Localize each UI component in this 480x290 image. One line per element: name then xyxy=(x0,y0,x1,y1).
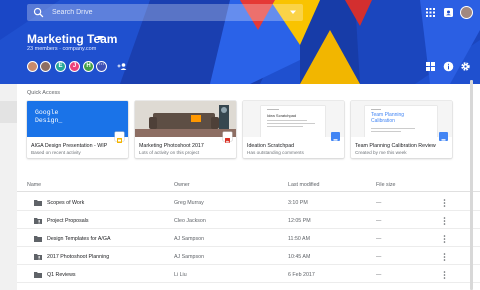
card-subtitle: Has outstanding comments xyxy=(247,150,304,155)
team-meta-separator: · xyxy=(59,46,61,52)
file-size: — xyxy=(376,235,382,242)
file-row[interactable]: Q1 Reviews Li Liu 6 Feb 2017 — xyxy=(17,267,480,283)
quick-access-card[interactable]: Marketing Photoshoot 2017 Lots of activi… xyxy=(135,101,236,158)
column-header-owner[interactable]: Owner xyxy=(174,182,190,188)
grid-view-icon[interactable] xyxy=(425,61,436,72)
member-initial: J xyxy=(72,63,77,69)
doc-preview-title: Team Planning Calibration xyxy=(371,112,405,124)
more-options-icon[interactable] xyxy=(443,217,446,225)
thumbnail-text-line: Google xyxy=(35,109,59,116)
team-menu-caret-icon[interactable] xyxy=(97,36,104,41)
column-header-name[interactable]: Name xyxy=(27,182,41,188)
search-icon[interactable] xyxy=(33,7,44,18)
card-thumbnail: Idea Scratchpad xyxy=(243,101,344,137)
more-options-icon[interactable] xyxy=(443,235,446,243)
card-thumbnail: Google Design_ xyxy=(27,101,128,137)
file-size: — xyxy=(376,253,382,260)
folder-icon xyxy=(34,272,42,278)
file-row[interactable]: 2017 Photoshoot Planning AJ Sampson 10:4… xyxy=(17,249,480,265)
file-list-header: Name Owner Last modified File size xyxy=(17,180,480,192)
shared-folder-icon xyxy=(34,254,42,260)
more-members-label: ··· xyxy=(98,62,105,68)
search-bar[interactable] xyxy=(27,4,303,21)
file-modified: 10:45 AM xyxy=(288,253,311,260)
slides-icon xyxy=(115,132,124,143)
file-size: — xyxy=(376,271,382,278)
apps-grid-icon[interactable] xyxy=(425,7,436,18)
doc-preview-title: Idea Scratchpad xyxy=(267,113,297,118)
docs-icon xyxy=(439,132,448,143)
docs-icon xyxy=(331,132,340,143)
column-header-last-modified[interactable]: Last modified xyxy=(288,182,320,188)
card-title: Marketing Photoshoot 2017 xyxy=(139,143,204,149)
settings-gear-icon[interactable] xyxy=(460,61,471,72)
file-owner: Li Liu xyxy=(174,271,187,278)
more-options-icon[interactable] xyxy=(443,253,446,261)
member-avatar[interactable] xyxy=(27,61,38,72)
left-navigation-rail xyxy=(0,84,17,290)
member-avatar[interactable]: J xyxy=(69,61,80,72)
member-avatar[interactable]: H xyxy=(83,61,94,72)
team-domain: company.com xyxy=(62,46,97,52)
file-size: — xyxy=(376,199,382,206)
card-subtitle: Created by me this week xyxy=(355,150,407,155)
search-input[interactable] xyxy=(52,4,282,21)
card-title: AIGA Design Presentation - WIP xyxy=(31,143,108,149)
card-title: Ideation Scratchpad xyxy=(247,143,295,149)
quick-access-card[interactable]: Google Design_ AIGA Design Presentation … xyxy=(27,101,128,158)
shared-folder-icon xyxy=(34,218,42,224)
team-banner: Marketing Team 23 members · company.com … xyxy=(0,0,480,84)
add-member-icon[interactable] xyxy=(117,61,128,72)
member-initial: H xyxy=(86,63,91,69)
search-options-chevron-icon[interactable] xyxy=(288,7,298,17)
file-size: — xyxy=(376,217,382,224)
card-title: Team Planning Calibration Review xyxy=(355,143,436,149)
more-options-icon[interactable] xyxy=(443,271,446,279)
more-options-icon[interactable] xyxy=(443,199,446,207)
member-initial: E xyxy=(58,63,63,69)
quick-access-card[interactable]: Idea Scratchpad Ideation Scratchpad Has … xyxy=(243,101,344,158)
account-avatar[interactable] xyxy=(460,6,473,19)
more-members-button[interactable]: ··· xyxy=(96,61,107,72)
card-thumbnail: Team Planning Calibration xyxy=(351,101,452,137)
file-owner: AJ Sampson xyxy=(174,253,205,260)
selected-nav-item[interactable] xyxy=(0,101,17,123)
folder-icon xyxy=(34,200,42,206)
vertical-scrollbar[interactable] xyxy=(470,80,473,290)
column-header-file-size[interactable]: File size xyxy=(376,182,395,188)
file-row[interactable]: Scopes of Work Greg Murray 3:10 PM — xyxy=(17,195,480,211)
file-name: Design Templates for A/GA xyxy=(47,235,111,242)
main-content: Quick Access Google Design_ AIGA Design … xyxy=(17,84,480,290)
team-members-count: 23 members xyxy=(27,46,58,52)
info-icon[interactable] xyxy=(443,61,454,72)
team-meta: 23 members · company.com xyxy=(27,46,96,52)
photo-thumbnail-image xyxy=(135,101,236,137)
file-modified: 11:50 AM xyxy=(288,235,310,242)
file-row[interactable]: Project Proposals Cleo Jackson 12:05 PM … xyxy=(17,213,480,229)
member-avatar[interactable] xyxy=(40,61,51,72)
card-subtitle: Lots of activity on this project xyxy=(139,150,200,155)
quick-access-card[interactable]: Team Planning Calibration Team Planning … xyxy=(351,101,452,158)
doc-page-preview: Idea Scratchpad xyxy=(261,106,325,137)
file-name: Project Proposals xyxy=(47,217,89,224)
file-modified: 6 Feb 2017 xyxy=(288,271,315,278)
quick-access-label: Quick Access xyxy=(27,90,61,96)
thumbnail-text-line: Design_ xyxy=(35,117,63,124)
file-row[interactable]: Design Templates for A/GA AJ Sampson 11:… xyxy=(17,231,480,247)
card-thumbnail xyxy=(135,101,236,137)
file-owner: Cleo Jackson xyxy=(174,217,206,224)
file-modified: 3:10 PM xyxy=(288,199,308,206)
file-modified: 12:05 PM xyxy=(288,217,311,224)
member-avatar[interactable]: E xyxy=(55,61,66,72)
file-name: Scopes of Work xyxy=(47,199,85,206)
file-name: 2017 Photoshoot Planning xyxy=(47,253,110,260)
file-owner: AJ Sampson xyxy=(174,235,205,242)
file-owner: Greg Murray xyxy=(174,199,204,206)
doc-page-preview: Team Planning Calibration xyxy=(365,106,437,137)
card-subtitle: Based on recent activity xyxy=(31,150,81,155)
image-icon xyxy=(223,132,232,143)
folder-icon xyxy=(34,236,42,242)
file-name: Q1 Reviews xyxy=(47,271,76,278)
notifications-icon[interactable] xyxy=(443,7,454,18)
